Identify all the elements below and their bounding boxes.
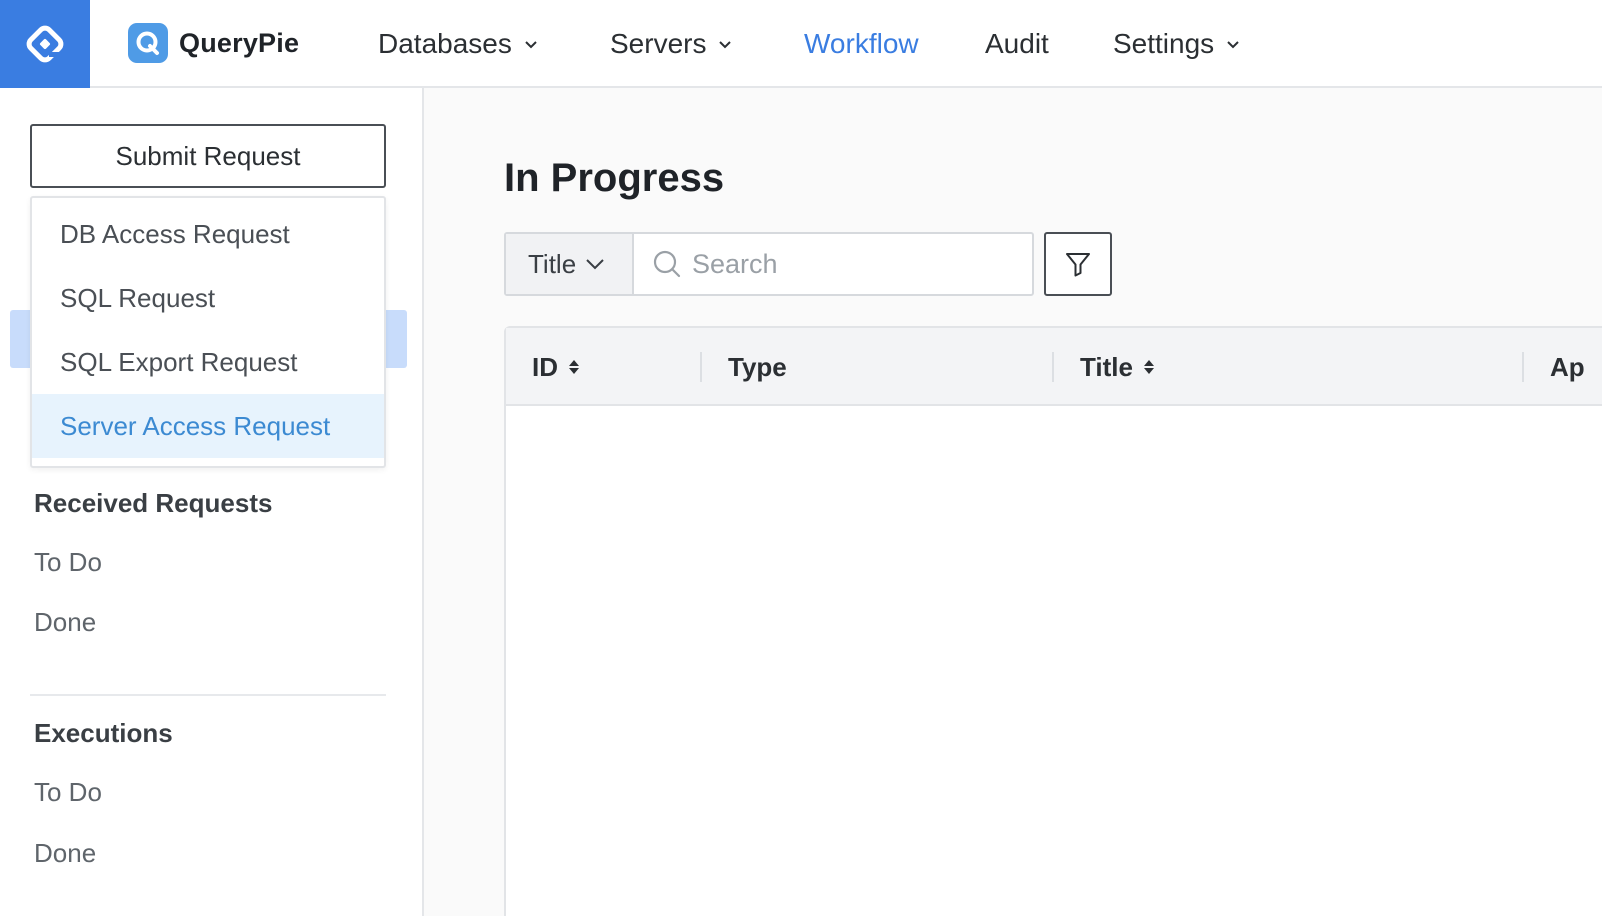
column-header-title[interactable]: Title (1080, 328, 1155, 406)
column-header-ap[interactable]: Ap (1550, 328, 1585, 406)
sidebar-item-received-todo[interactable]: To Do (34, 547, 102, 578)
querypie-logo-icon (128, 23, 168, 63)
chevron-down-icon (719, 41, 732, 49)
nav-settings[interactable]: Settings (1113, 24, 1240, 64)
nav-settings-label: Settings (1113, 28, 1215, 59)
nav-audit-label: Audit (985, 28, 1049, 59)
sidebar-item-executions-done[interactable]: Done (34, 838, 96, 869)
filter-icon (1066, 253, 1090, 277)
sidebar-item-executions-todo[interactable]: To Do (34, 777, 102, 808)
table-header: ID Type Title Ap (506, 328, 1602, 406)
requests-table: ID Type Title Ap (504, 326, 1602, 916)
nav-audit[interactable]: Audit (985, 24, 1049, 64)
chevron-down-icon (586, 259, 604, 270)
search-icon (653, 250, 681, 278)
nav-workflow[interactable]: Workflow (804, 24, 919, 64)
column-header-id[interactable]: ID (532, 328, 580, 406)
received-requests-heading: Received Requests (34, 488, 273, 518)
app-logo-icon (26, 25, 64, 63)
executions-heading: Executions (34, 718, 173, 748)
nav-servers[interactable]: Servers (610, 24, 732, 64)
main-content: In Progress Title ID Type (424, 88, 1602, 916)
top-navigation-bar: QueryPie Databases Servers Workflow Audi… (0, 0, 1602, 88)
app-switcher-button[interactable] (0, 0, 90, 88)
column-header-title-label: Title (1080, 351, 1133, 382)
filter-button[interactable] (1044, 232, 1112, 296)
column-header-id-label: ID (532, 351, 558, 382)
sidebar-item-received-done[interactable]: Done (34, 607, 96, 638)
menu-item-server-access-request[interactable]: Server Access Request (32, 394, 384, 458)
sidebar: Submit Request DB Access Request SQL Req… (0, 88, 424, 916)
sidebar-divider (30, 694, 386, 696)
column-header-type[interactable]: Type (728, 328, 787, 406)
sort-icon (569, 360, 579, 374)
sort-icon (1143, 360, 1154, 374)
chevron-down-icon (525, 41, 537, 49)
chevron-down-icon (1227, 41, 1239, 49)
column-header-ap-label: Ap (1550, 351, 1585, 382)
submit-request-button[interactable]: Submit Request (30, 124, 386, 188)
menu-item-sql-request[interactable]: SQL Request (32, 266, 384, 330)
nav-workflow-label: Workflow (804, 28, 919, 59)
column-separator[interactable] (700, 352, 702, 382)
menu-item-db-access-request[interactable]: DB Access Request (32, 202, 384, 266)
search-box (634, 234, 1032, 294)
search-bar: Title (504, 232, 1034, 296)
nav-databases-label: Databases (378, 28, 512, 59)
brand-name: QueryPie (179, 27, 300, 58)
column-separator[interactable] (1522, 352, 1524, 382)
nav-servers-label: Servers (610, 28, 707, 59)
submit-request-menu: DB Access Request SQL Request SQL Export… (30, 196, 386, 468)
page-title: In Progress (504, 156, 725, 200)
column-header-type-label: Type (728, 351, 787, 382)
nav-databases[interactable]: Databases (378, 24, 538, 64)
search-input[interactable] (692, 248, 1012, 280)
column-separator[interactable] (1052, 352, 1054, 382)
brand[interactable]: QueryPie (128, 21, 299, 65)
search-field-label: Title (528, 248, 577, 279)
menu-item-sql-export-request[interactable]: SQL Export Request (32, 330, 384, 394)
search-field-select[interactable]: Title (506, 234, 634, 294)
